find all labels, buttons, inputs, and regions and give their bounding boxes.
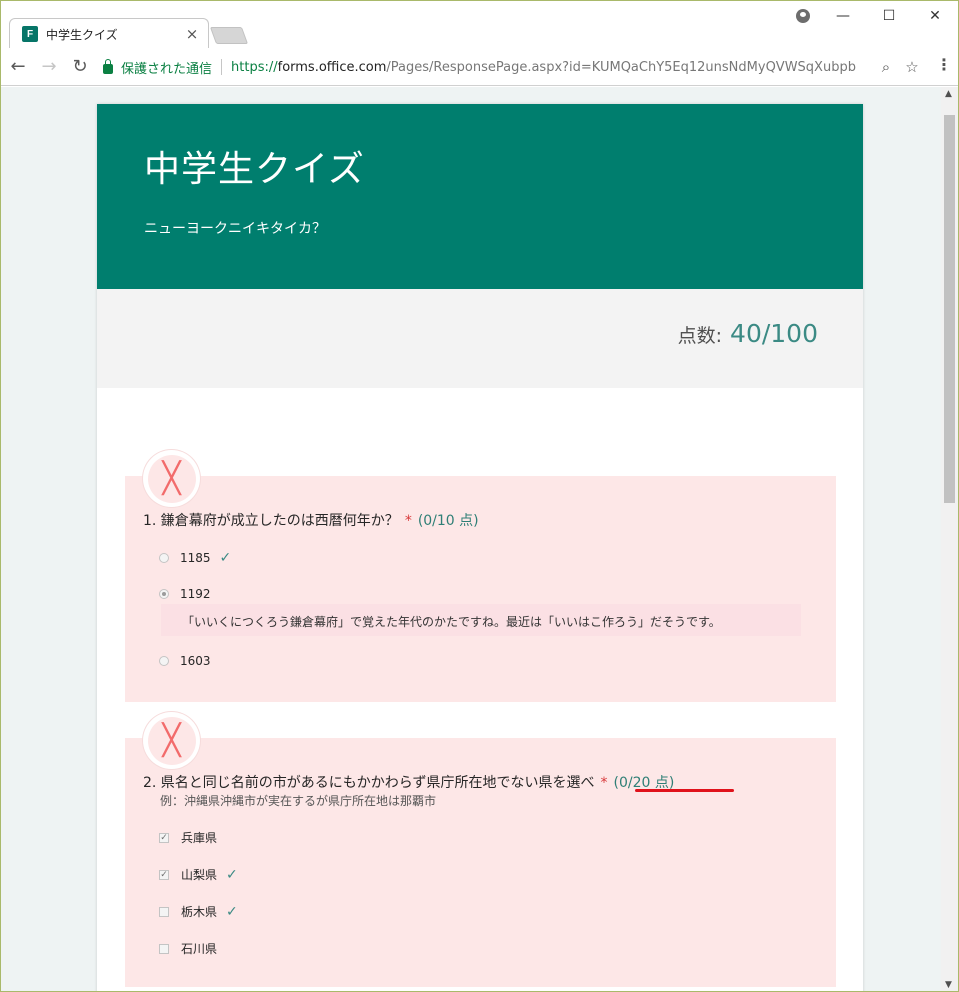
scroll-up-arrow-icon[interactable]: ▲ — [945, 89, 952, 99]
correct-check-icon: ✓ — [219, 550, 232, 566]
form-card: 中学生クイズ ニューヨークニイキタイカ？ 点数: 40/100 ╳ 1. 鎌倉幕… — [97, 104, 863, 991]
option-1192[interactable]: 1192 — [159, 587, 211, 601]
checkbox[interactable] — [159, 906, 169, 917]
option-ishikawa[interactable]: 石川県 — [159, 940, 217, 957]
profile-icon[interactable] — [786, 1, 820, 31]
browser-toolbar: ← → ↻ 保護された通信 https:// forms.office.com … — [1, 48, 958, 86]
url-host: forms.office.com — [277, 59, 387, 75]
new-tab-button[interactable] — [209, 27, 249, 44]
answer-feedback: 「いいくにつくろう鎌倉幕府」で覚えた年代のかたですね。最近は「いいはこ作ろう」だ… — [161, 604, 801, 636]
required-marker: * — [600, 775, 608, 791]
question-1: ╳ 1. 鎌倉幕府が成立したのは西暦何年か？ * (0/10 点) 1185 ✓ 1… — [125, 450, 836, 702]
incorrect-badge: ╳ — [143, 450, 200, 507]
checkbox[interactable] — [159, 943, 169, 954]
required-marker: * — [404, 513, 412, 529]
page-viewport: 中学生クイズ ニューヨークニイキタイカ？ 点数: 40/100 ╳ 1. 鎌倉幕… — [1, 87, 941, 991]
checkbox-checked[interactable]: ✓ — [159, 832, 169, 843]
incorrect-x-icon: ╳ — [147, 716, 196, 765]
question-hint: 例：沖縄県沖縄市が実在するが県庁所在地は那覇市 — [160, 794, 437, 808]
incorrect-x-icon: ╳ — [147, 454, 196, 503]
incorrect-badge: ╳ — [143, 712, 200, 769]
question-text: 2. 県名と同じ名前の市があるにもかかわらず県庁所在地でない県を選べ — [143, 775, 595, 791]
checkbox-checked[interactable]: ✓ — [159, 869, 169, 880]
option-label: 1603 — [180, 654, 211, 668]
maximize-button[interactable]: ☐ — [866, 1, 912, 31]
bookmark-star-icon[interactable]: ☆ — [899, 58, 925, 76]
tab-close-icon[interactable]: × — [184, 25, 200, 43]
forms-favicon-icon: F — [22, 26, 38, 42]
browser-menu-icon[interactable]: ⋮ — [936, 57, 952, 73]
forward-button[interactable]: → — [35, 53, 63, 81]
window-close-button[interactable]: ✕ — [912, 1, 958, 31]
url-scheme: https:// — [231, 59, 278, 75]
form-subtitle: ニューヨークニイキタイカ？ — [144, 221, 326, 237]
option-label: 兵庫県 — [181, 831, 218, 845]
question-text: 1. 鎌倉幕府が成立したのは西暦何年か？ — [143, 513, 399, 529]
option-hyogo[interactable]: ✓ 兵庫県 — [159, 829, 217, 846]
url-path: /Pages/ResponsePage.aspx?id=KUMQaChY5Eq1… — [386, 59, 857, 75]
correct-check-icon: ✓ — [226, 866, 238, 883]
back-button[interactable]: ← — [4, 53, 32, 81]
tab-active[interactable]: F 中学生クイズ × — [9, 18, 209, 48]
radio-button[interactable] — [159, 553, 169, 563]
option-1185[interactable]: 1185 ✓ — [159, 550, 231, 566]
window-controls: — ☐ ✕ — [786, 1, 958, 31]
score-value: 40/100 — [730, 319, 818, 348]
reload-button[interactable]: ↻ — [66, 53, 94, 81]
option-label: 1185 — [180, 551, 211, 565]
score: 点数: 40/100 — [678, 319, 818, 348]
option-label: 栃木県 — [181, 905, 218, 919]
address-bar[interactable]: 保護された通信 https:// forms.office.com /Pages… — [95, 53, 925, 81]
question-points: (0/10 点) — [417, 513, 479, 529]
option-yamanashi[interactable]: ✓ 山梨県 ✓ — [159, 866, 238, 883]
option-tochigi[interactable]: 栃木県 ✓ — [159, 903, 238, 920]
question-title: 2. 県名と同じ名前の市があるにもかかわらず県庁所在地でない県を選べ * (0/20… — [143, 772, 674, 792]
address-separator — [221, 59, 223, 75]
radio-button[interactable] — [159, 656, 169, 666]
question-2: ╳ 2. 県名と同じ名前の市があるにもかかわらず県庁所在地でない県を選べ * (0/… — [125, 712, 836, 987]
form-header: 中学生クイズ ニューヨークニイキタイカ？ — [97, 104, 863, 289]
correct-check-icon: ✓ — [226, 903, 238, 920]
scroll-down-arrow-icon[interactable]: ▼ — [945, 980, 952, 990]
vertical-scrollbar[interactable]: ▲ ▼ — [941, 87, 958, 991]
tab-title: 中学生クイズ — [46, 27, 118, 42]
radio-button-selected[interactable] — [159, 589, 169, 599]
minimize-button[interactable]: — — [820, 1, 866, 31]
score-label: 点数: — [677, 325, 723, 347]
red-underline-annotation — [635, 789, 734, 792]
zoom-icon[interactable]: ⌕ — [873, 58, 899, 76]
option-label: 1192 — [180, 587, 211, 601]
browser-window: F 中学生クイズ × — ☐ ✕ ← → ↻ 保護された通信 https:// … — [0, 0, 959, 992]
option-1603[interactable]: 1603 — [159, 654, 211, 668]
option-label: 山梨県 — [181, 868, 218, 882]
secure-label: 保護された通信 — [121, 61, 213, 77]
tab-strip: F 中学生クイズ × — ☐ ✕ — [1, 1, 958, 48]
question-title: 1. 鎌倉幕府が成立したのは西暦何年か？ * (0/10 点) — [143, 510, 479, 530]
scroll-thumb[interactable] — [944, 115, 955, 503]
score-band: 点数: 40/100 — [97, 289, 863, 388]
form-title: 中学生クイズ — [144, 149, 365, 190]
lock-icon — [103, 59, 113, 74]
option-label: 石川県 — [181, 942, 218, 956]
